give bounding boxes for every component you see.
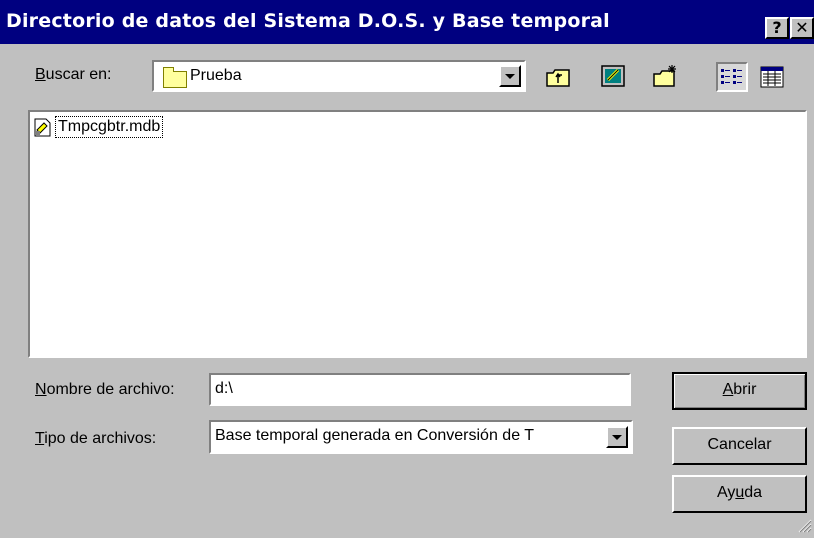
filetype-dropdown-button[interactable] <box>606 426 628 448</box>
help-button[interactable]: Ayuda <box>672 475 807 513</box>
lookin-dropdown-button[interactable] <box>499 65 521 87</box>
lookin-label: Buscar en: <box>35 66 112 83</box>
open-button[interactable]: Abrir <box>672 372 807 410</box>
file-list[interactable]: Tmpcgbtr.mdb <box>28 110 807 358</box>
title-bar[interactable]: Directorio de datos del Sistema D.O.S. y… <box>0 0 814 44</box>
lookin-value: Prueba <box>190 67 242 84</box>
details-view-icon[interactable] <box>756 62 788 92</box>
filetype-label: Tipo de archivos: <box>35 430 157 447</box>
desktop-icon[interactable] <box>597 62 629 92</box>
new-folder-icon[interactable] <box>650 62 682 92</box>
file-dialog: Directorio de datos del Sistema D.O.S. y… <box>0 0 814 535</box>
filename-input[interactable]: d:\ <box>209 373 631 406</box>
folder-icon <box>163 67 187 88</box>
filetype-select[interactable]: Base temporal generada en Conversión de … <box>209 420 633 454</box>
filetype-value: Base temporal generada en Conversión de … <box>215 427 535 444</box>
cancel-button[interactable]: Cancelar <box>672 427 807 465</box>
help-title-button[interactable]: ? <box>765 17 789 39</box>
list-view-icon[interactable] <box>716 62 748 92</box>
filename-label: Nombre de archivo: <box>35 381 175 398</box>
up-one-level-icon[interactable] <box>542 62 574 92</box>
file-name: Tmpcgbtr.mdb <box>55 116 164 138</box>
close-button[interactable]: ✕ <box>790 17 814 39</box>
resize-grip-icon[interactable] <box>796 517 812 533</box>
dialog-title: Directorio de datos del Sistema D.O.S. y… <box>6 10 610 32</box>
lookin-combo[interactable]: Prueba <box>152 60 526 92</box>
mdb-file-icon <box>34 118 52 137</box>
